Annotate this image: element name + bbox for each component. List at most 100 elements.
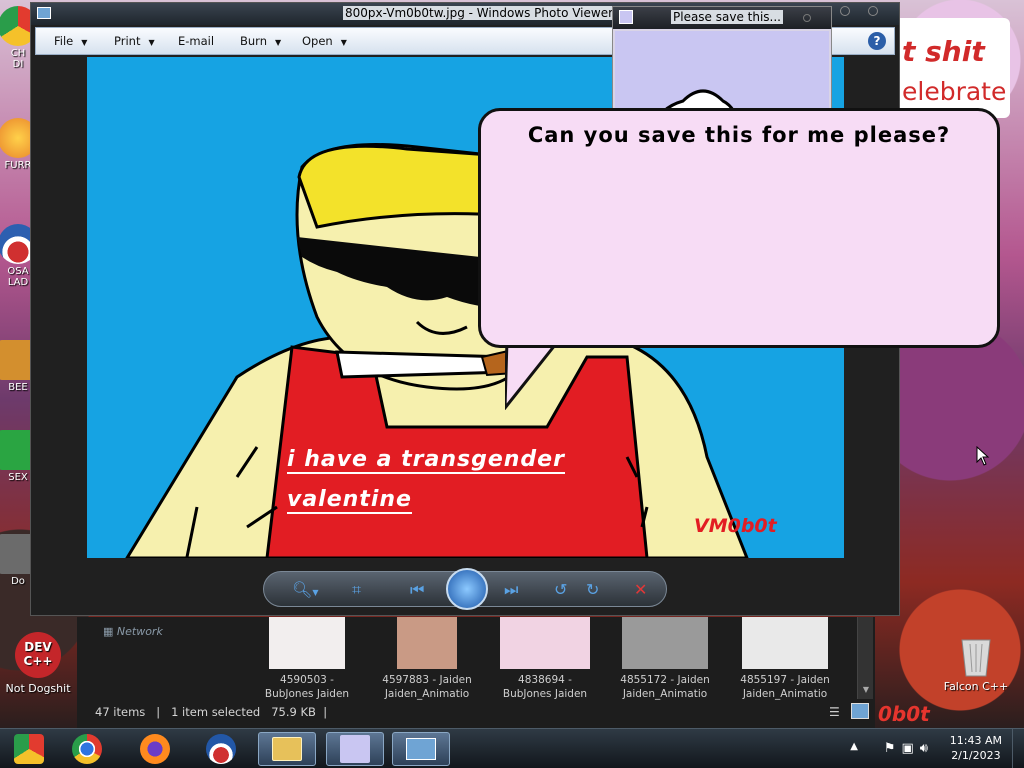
next-icon[interactable]: ⏭ xyxy=(504,580,518,600)
minimize-icon[interactable] xyxy=(803,14,811,22)
firefox-icon xyxy=(140,734,170,764)
taskbar: ▲ ⚑▣🔊︎ 11:43 AM 2/1/2023 xyxy=(0,728,1024,768)
desktop-icon-label: OSA LAD xyxy=(7,266,29,288)
thumbnail-label-1: 4855172 - Jaiden xyxy=(620,674,710,686)
bubble-message: Can you save this for me please? xyxy=(527,123,951,147)
show-hidden-icons-icon[interactable]: ▲ xyxy=(850,741,858,752)
thumbnail-item[interactable]: 4855197 - Jaiden Jaiden_Animatio xyxy=(725,617,845,701)
details-view-icon[interactable]: ☰ xyxy=(829,705,840,719)
large-icons-view-icon[interactable] xyxy=(851,703,869,719)
chrome-old-icon xyxy=(14,734,44,764)
menu-burn[interactable]: Burn ▼ xyxy=(240,34,281,48)
thumbnail-image xyxy=(622,617,708,669)
status-size: 75.9 KB xyxy=(271,705,316,719)
status-bar: 47 items | 1 item selected 75.9 KB | xyxy=(95,705,328,719)
photo-signature: VM0b0t xyxy=(694,515,777,537)
recycle-bin-icon xyxy=(961,639,991,677)
thumbnail-item[interactable]: 4590503 - BubJones Jaiden xyxy=(247,617,367,701)
chevron-down-icon: ▼ xyxy=(340,38,347,47)
network-label: Network xyxy=(116,625,163,638)
taskbar-chrome-old[interactable] xyxy=(0,732,58,766)
desktop-icon-recycle-bin[interactable]: Falcon C++ xyxy=(940,634,1012,693)
taskbar-bunny[interactable] xyxy=(326,732,384,766)
thumbnail-item[interactable]: 4597883 - Jaiden Jaiden_Animatio xyxy=(367,617,487,701)
photo-viewer-app-icon xyxy=(37,7,51,19)
clock[interactable]: 11:43 AM 2/1/2023 xyxy=(950,733,1002,763)
thumbnail-image xyxy=(269,617,345,669)
bunny-canvas xyxy=(615,31,829,151)
taskbar-firefox[interactable] xyxy=(126,732,184,766)
thumbnail-item[interactable]: 4838694 - BubJones Jaiden xyxy=(485,617,605,701)
chevron-down-icon: ▼ xyxy=(275,38,282,47)
thumbnail-label-2: Jaiden_Animatio xyxy=(622,688,708,700)
slideshow-button[interactable] xyxy=(446,568,488,610)
previous-icon[interactable]: ⏮ xyxy=(410,580,424,600)
bunny-window-title: Please save this... xyxy=(671,10,783,24)
window-minimize-button[interactable] xyxy=(840,6,850,16)
desktop-icon-label: Do xyxy=(11,576,25,587)
actual-size-icon[interactable]: ⌗ xyxy=(352,580,361,600)
zoom-icon[interactable]: 🔍︎▼ xyxy=(292,580,318,599)
bunny-app-icon xyxy=(619,10,633,24)
desktop-icon-label: FURR xyxy=(4,160,32,171)
thumbnail-label-1: 4855197 - Jaiden xyxy=(740,674,830,686)
taskbar-explorer[interactable] xyxy=(258,732,316,766)
action-center-flag-icon[interactable]: ⚑ xyxy=(884,741,902,756)
network-icon[interactable]: ▣ xyxy=(902,741,920,756)
taskbar-photo-viewer[interactable] xyxy=(392,732,450,766)
thumbnail-image xyxy=(397,617,457,669)
menu-print[interactable]: Print ▼ xyxy=(114,34,155,48)
thumbnail-label-2: BubJones Jaiden xyxy=(502,688,588,700)
thumbnail-image xyxy=(742,617,828,669)
bunny-icon xyxy=(340,735,370,763)
desktop-icon-label: Falcon C++ xyxy=(943,680,1009,693)
sign-line-2: elebrate xyxy=(902,77,1007,106)
playback-controls: 🔍︎▼ ⌗ ⏮ ⏭ ↺ ↻ ✕ xyxy=(263,568,667,610)
delete-icon[interactable]: ✕ xyxy=(634,580,647,599)
clock-time: 11:43 AM xyxy=(949,734,1002,747)
system-tray: ⚑▣🔊︎ xyxy=(884,741,934,756)
status-selected: 1 item selected xyxy=(171,705,261,719)
folder-icon xyxy=(272,737,302,761)
obama-logo-icon xyxy=(206,734,236,764)
scroll-down-icon[interactable]: ▼ xyxy=(858,685,874,699)
thumbnail-item[interactable]: 4855172 - Jaiden Jaiden_Animatio xyxy=(605,617,725,701)
volume-icon[interactable]: 🔊︎ xyxy=(920,741,934,756)
menu-file[interactable]: File ▼ xyxy=(54,34,87,48)
menu-open[interactable]: Open ▼ xyxy=(302,34,347,48)
clock-date: 2/1/2023 xyxy=(951,749,1001,762)
desktop-icon-label: BEE xyxy=(8,382,28,393)
desktop-icon-label: SEX xyxy=(8,472,28,483)
rotate-left-icon[interactable]: ↺ xyxy=(554,580,567,599)
taskbar-obama[interactable] xyxy=(192,732,250,766)
window-close-button[interactable] xyxy=(868,6,878,16)
devcpp-icon: DEV C++ xyxy=(15,632,61,678)
taskbar-chrome[interactable] xyxy=(58,732,116,766)
bunny-window: Please save this... xyxy=(612,6,832,151)
wallpaper-text: 0b0t xyxy=(878,702,930,726)
thumbnail-label-1: 4597883 - Jaiden xyxy=(382,674,472,686)
explorer-window: ▦ Network 4590503 - BubJones Jaiden 4597… xyxy=(77,617,875,728)
thumbnail-image xyxy=(500,617,590,669)
photo-caption-line-1: i have a transgender xyxy=(287,447,565,474)
bunny-title-bar[interactable]: Please save this... xyxy=(613,7,831,29)
desktop-icon-devcpp[interactable]: DEV C++ Not Dogshit xyxy=(2,632,74,695)
speech-bubble: Can you save this for me please? xyxy=(478,108,1000,348)
photo-caption-line-2: valentine xyxy=(287,487,412,514)
thumbnail-label-2: Jaiden_Animatio xyxy=(742,688,828,700)
desktop-icon-label: Not Dogshit xyxy=(5,682,71,695)
rotate-right-icon[interactable]: ↻ xyxy=(586,580,599,599)
desktop-icon-label: CH DI xyxy=(10,48,26,70)
thumbnail-label-2: Jaiden_Animatio xyxy=(384,688,470,700)
thumbnail-label-2: BubJones Jaiden xyxy=(264,688,350,700)
explorer-scrollbar[interactable]: ▼ xyxy=(857,617,873,699)
network-nav-item[interactable]: ▦ Network xyxy=(103,625,163,638)
thumbnail-label-1: 4838694 - xyxy=(518,674,572,686)
mouse-cursor-icon xyxy=(976,446,990,466)
status-item-count: 47 items xyxy=(95,705,146,719)
menu-email[interactable]: E-mail xyxy=(178,34,214,48)
show-desktop-button[interactable] xyxy=(1012,729,1024,768)
chevron-down-icon: ▼ xyxy=(148,38,155,47)
help-button[interactable]: ? xyxy=(868,32,886,50)
bubble-tail xyxy=(505,340,561,410)
